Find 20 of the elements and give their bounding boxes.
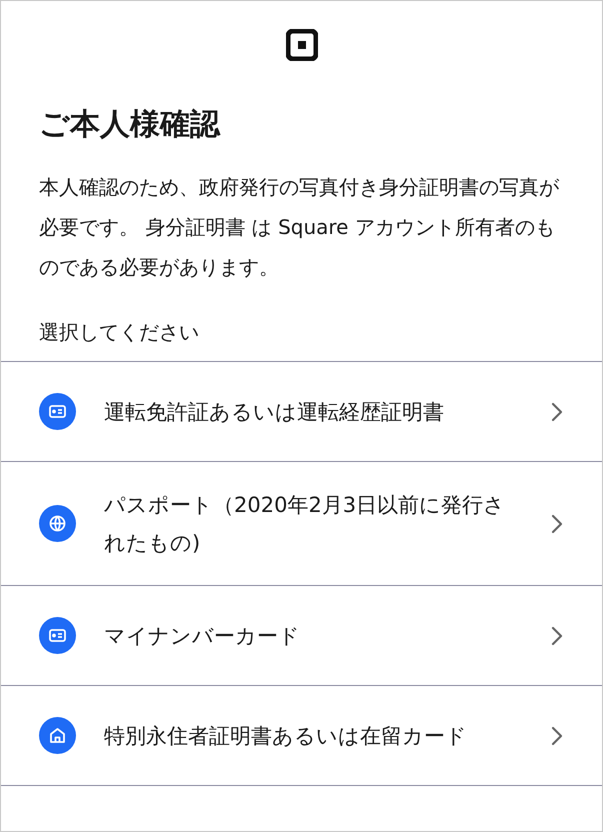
- chevron-icon: [550, 724, 564, 746]
- option-item[interactable]: 運転免許証あるいは運転経歴証明書: [1, 362, 602, 462]
- globe-icon: [39, 505, 76, 542]
- option-item[interactable]: 特別永住者証明書あるいは在留カード: [1, 686, 602, 786]
- id-card-icon: [39, 393, 76, 430]
- chevron-icon: [550, 624, 564, 646]
- option-label: マイナンバーカード: [104, 622, 301, 650]
- option-label: 特別永住者証明書あるいは在留カード: [104, 722, 468, 750]
- description: 本人確認のため、政府発行の写真付き身分証明書の写真が必要です。 身分証明書 は Square アカウント所有者のものである必要があります。: [39, 174, 560, 281]
- logo-icon: [286, 29, 318, 61]
- chevron-icon: [550, 512, 564, 534]
- option-label: 運転免許証あるいは運転経歴証明書: [104, 398, 445, 426]
- house-icon: [39, 717, 76, 754]
- id-card-icon: [39, 617, 76, 654]
- option-item[interactable]: パスポート（2020年2月3日以前に発行されたもの): [1, 462, 602, 586]
- page-title: ご本人様確認: [39, 106, 222, 144]
- chevron-icon: [550, 400, 564, 422]
- select-prompt: 選択してください: [39, 319, 200, 346]
- option-item[interactable]: マイナンバーカード: [1, 586, 602, 686]
- option-label: パスポート（2020年2月3日以前に発行されたもの): [104, 492, 506, 556]
